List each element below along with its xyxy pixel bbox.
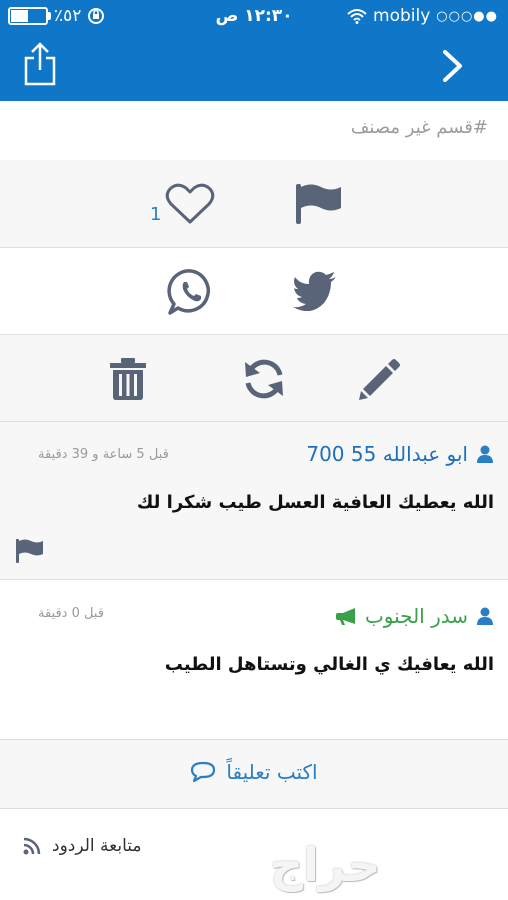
report-flag-icon[interactable]: [14, 538, 44, 564]
write-comment-button[interactable]: اكتب تعليقاً: [0, 740, 508, 809]
rss-icon: [23, 837, 41, 855]
trash-icon[interactable]: [108, 357, 148, 401]
logo-text: حراج: [270, 838, 383, 892]
report-like-row: 1: [0, 160, 508, 248]
user-icon: [477, 445, 493, 463]
write-comment-label[interactable]: اكتب تعليقاً: [226, 760, 317, 784]
share-icon[interactable]: [22, 42, 58, 86]
carrier-group: mobily ○○○●●: [347, 6, 498, 26]
follow-replies-link[interactable]: متابعة الردود: [22, 836, 142, 856]
comment-text: الله يعطيك العافية العسل طيب شكرا لك: [136, 492, 494, 513]
pencil-icon[interactable]: [357, 357, 401, 401]
megaphone-icon: [335, 608, 355, 625]
comment-time: قبل 5 ساعة و 39 دقيقة: [38, 447, 169, 462]
twitter-icon[interactable]: [293, 271, 337, 311]
signal-dots: ○○○●●: [436, 8, 498, 24]
heart-icon[interactable]: [165, 182, 215, 226]
comment-author[interactable]: ابو عبدالله 55 700: [306, 442, 494, 466]
status-bar: ٪٥٢ ١٢:٣٠ ص mobily ○○○●●: [0, 0, 508, 34]
whatsapp-icon[interactable]: [167, 268, 215, 316]
category-tag[interactable]: #قسم غير مصنف: [0, 101, 508, 161]
comment-author-name[interactable]: سدر الجنوب: [365, 604, 468, 628]
category-label[interactable]: #قسم غير مصنف: [351, 117, 488, 138]
comment-author[interactable]: سدر الجنوب: [335, 604, 494, 628]
comment-author-name[interactable]: ابو عبدالله 55 700: [306, 442, 468, 466]
refresh-icon[interactable]: [242, 357, 286, 401]
like-count: 1: [150, 204, 162, 225]
carrier-name: mobily: [373, 6, 431, 26]
haraj-logo: حراج: [270, 838, 500, 896]
share-social-row: [0, 248, 508, 335]
app-header: [0, 34, 508, 101]
comment-time: قبل 0 دقيقة: [38, 606, 105, 621]
comment-item: سدر الجنوب قبل 0 دقيقة الله يعافيك ي الغ…: [0, 580, 508, 740]
flag-icon[interactable]: [293, 182, 343, 226]
comment-text: الله يعافيك ي الغالي وتستاهل الطيب: [164, 654, 494, 675]
user-icon: [477, 607, 493, 625]
chevron-right-icon[interactable]: [440, 48, 466, 84]
wifi-icon: [347, 9, 367, 24]
speech-bubble-icon: [191, 761, 216, 783]
comment-item: ابو عبدالله 55 700 قبل 5 ساعة و 39 دقيقة…: [0, 422, 508, 580]
follow-replies-label[interactable]: متابعة الردود: [52, 836, 142, 856]
edit-actions-row: [0, 335, 508, 422]
